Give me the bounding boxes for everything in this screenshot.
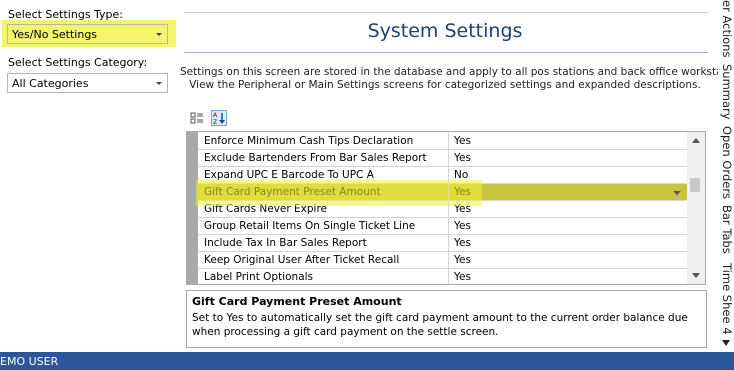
scroll-thumb[interactable] (690, 178, 700, 192)
table-row[interactable]: Label Print Optionals Yes (198, 269, 687, 284)
settings-category-select[interactable]: All Categories (7, 73, 168, 93)
title-rule (184, 12, 708, 13)
column-separator (448, 269, 449, 284)
side-tab-bar-tabs[interactable]: Bar Tabs (718, 205, 734, 254)
table-row[interactable]: Group Retail Items On Single Ticket Line… (198, 218, 687, 235)
title-underline (184, 52, 708, 53)
setting-name: Group Retail Items On Single Ticket Line (204, 220, 416, 232)
chevron-down-icon (156, 33, 162, 36)
side-tab-time-sheet[interactable]: Time Shee 4 (718, 263, 734, 335)
svg-text:A: A (213, 112, 218, 119)
table-row[interactable]: Enforce Minimum Cash Tips Declaration Yes (198, 133, 687, 150)
page-title: System Settings (367, 20, 523, 42)
settings-type-select[interactable]: Yes/No Settings (7, 24, 168, 44)
side-tab-actions[interactable]: er Actions (718, 0, 734, 57)
settings-category-value: All Categories (12, 77, 89, 90)
categorized-icon (190, 112, 203, 124)
setting-name: Enforce Minimum Cash Tips Declaration (204, 135, 414, 147)
description-line-1: Settings on this screen are stored in th… (180, 66, 734, 78)
categorized-view-button[interactable] (189, 110, 205, 126)
grid-scrollbar[interactable] (687, 132, 705, 284)
setting-name: Label Print Optionals (204, 271, 314, 283)
settings-grid[interactable]: Enforce Minimum Cash Tips Declaration Yes… (186, 131, 706, 285)
setting-value[interactable]: Yes (454, 237, 471, 249)
scroll-up-icon[interactable] (692, 138, 700, 143)
selected-row-highlight (196, 180, 482, 206)
scroll-down-icon[interactable] (692, 273, 700, 278)
column-separator (448, 133, 449, 150)
setting-value[interactable]: Yes (454, 254, 471, 266)
table-row[interactable]: Include Tax In Bar Sales Report Yes (198, 235, 687, 252)
side-tab-strip: er Actions Summary Open Orders Bar Tabs … (718, 0, 734, 352)
settings-category-label: Select Settings Category: (8, 56, 148, 69)
help-panel: Gift Card Payment Preset Amount Set to Y… (186, 290, 707, 348)
tab-scroll-down-icon[interactable] (722, 340, 730, 346)
alphabetical-sort-button[interactable]: A Z (211, 110, 227, 126)
column-separator (448, 235, 449, 252)
setting-name: Include Tax In Bar Sales Report (204, 237, 367, 249)
column-separator (448, 218, 449, 235)
grid-gutter (187, 132, 198, 284)
svg-text:Z: Z (213, 119, 217, 125)
column-separator (448, 150, 449, 167)
setting-name: Exclude Bartenders From Bar Sales Report (204, 152, 427, 164)
setting-value[interactable]: Yes (454, 220, 471, 232)
side-tab-open-orders[interactable]: Open Orders (718, 126, 734, 199)
setting-value[interactable]: Yes (454, 271, 471, 283)
table-row[interactable]: Exclude Bartenders From Bar Sales Report… (198, 150, 687, 167)
help-text: Set to Yes to automatically set the gift… (192, 312, 688, 338)
setting-name: Keep Original User After Ticket Recall (204, 254, 400, 266)
side-tab-summary[interactable]: Summary (718, 64, 734, 120)
alphabetical-sort-icon: A Z (213, 112, 225, 126)
settings-type-value: Yes/No Settings (12, 28, 98, 41)
setting-value[interactable]: Yes (454, 135, 471, 147)
table-row[interactable]: Keep Original User After Ticket Recall Ye… (198, 252, 687, 269)
help-title: Gift Card Payment Preset Amount (192, 295, 402, 308)
description-line-2: View the Peripheral or Main Settings scr… (189, 79, 701, 91)
chevron-down-icon (156, 82, 162, 85)
column-separator (448, 252, 449, 269)
chevron-down-icon[interactable] (673, 191, 681, 195)
setting-value[interactable]: Yes (454, 152, 471, 164)
status-user: EMO USER (0, 355, 59, 368)
status-bar: EMO USER (0, 352, 734, 370)
